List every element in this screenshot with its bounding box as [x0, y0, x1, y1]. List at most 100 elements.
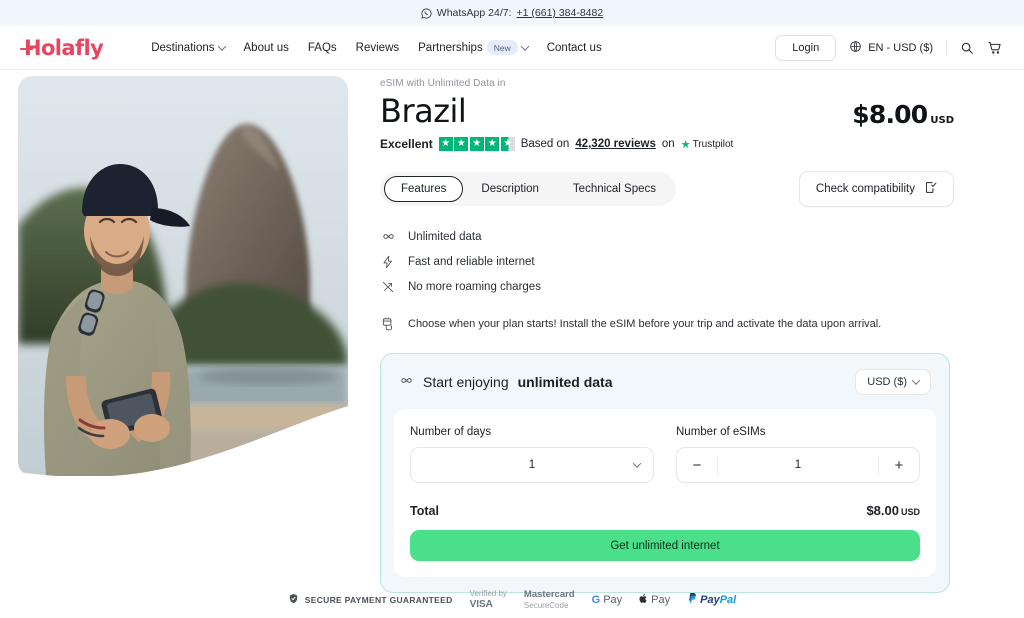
days-select[interactable]: 1 — [410, 447, 654, 484]
rating-label: Excellent — [380, 137, 433, 152]
star-icon: ★ — [438, 137, 453, 152]
holafly-logo[interactable]: Holafly — [19, 36, 104, 60]
mastercard-bottom: SecureCode — [523, 600, 569, 610]
promo-text: WhatsApp 24/7: — [436, 7, 512, 19]
tabs-row: Features Description Technical Specs Che… — [380, 171, 954, 208]
total-amount: $8.00 — [866, 503, 899, 519]
decrement-button[interactable]: − — [677, 448, 717, 482]
purchase-heading-bold: unlimited data — [517, 374, 613, 391]
nav-label: About us — [243, 41, 289, 54]
on-word: on — [661, 138, 675, 151]
feature-label: Fast and reliable internet — [408, 256, 535, 269]
trustpilot-label: Trustpilot — [692, 138, 734, 150]
google-pay-badge: G Pay — [592, 594, 623, 606]
device-check-icon — [924, 181, 937, 197]
infinity-icon — [380, 229, 396, 244]
page-title: Brazil — [380, 92, 467, 130]
search-icon[interactable] — [960, 41, 974, 55]
page-body: eSIM with Unlimited Data in Brazil $8.00… — [0, 70, 1024, 618]
promo-bar: WhatsApp 24/7: +1 (661) 384-8482 — [0, 0, 1024, 26]
nav-item-contact-us[interactable]: Contact us — [547, 42, 602, 54]
shield-check-icon — [288, 593, 299, 606]
whatsapp-icon — [421, 8, 432, 19]
title-row: Brazil $8.00 USD — [380, 92, 954, 130]
mastercard-securecode-badge: Mastercard SecureCode — [523, 588, 575, 610]
secure-payment-badge: SECURE PAYMENT GUARANTEED — [288, 593, 453, 606]
compat-label: Check compatibility — [815, 183, 915, 196]
note-text: Choose when your plan starts! Install th… — [408, 318, 882, 331]
nav-item-about-us[interactable]: About us — [244, 42, 289, 54]
total-value: $8.00 USD — [866, 503, 920, 518]
visa-verified-badge: Verified by VISA — [470, 589, 507, 610]
globe-icon — [849, 40, 862, 56]
purchase-heading: Start enjoying unlimited data — [399, 373, 613, 392]
get-unlimited-internet-button[interactable]: Get unlimited internet — [410, 530, 920, 562]
check-compatibility-button[interactable]: Check compatibility — [798, 171, 954, 208]
days-field: Number of days 1 — [410, 426, 654, 484]
promo-phone-link[interactable]: +1 (661) 384-8482 — [517, 7, 604, 19]
trustpilot-rating: Excellent ★ ★ ★ ★ ★ Based on 42,320 revi… — [380, 137, 954, 152]
feature-list: Unlimited data Fast and reliable interne… — [380, 229, 954, 294]
product-tabs: Features Description Technical Specs — [380, 172, 677, 207]
mastercard-top: Mastercard — [523, 588, 575, 600]
locale-selector[interactable]: EN - USD ($) — [849, 40, 933, 56]
feature-item: Fast and reliable internet — [380, 255, 954, 269]
price-currency: USD — [930, 115, 954, 127]
paypal-icon — [687, 592, 697, 607]
chevron-down-icon — [911, 376, 921, 386]
visa-logo: VISA — [469, 598, 493, 610]
star-half-icon: ★ — [500, 137, 515, 152]
currency-value: USD ($) — [867, 376, 907, 389]
purchase-fields: Number of days 1 Number of eSIMs − 1 + — [410, 426, 920, 484]
purchase-card-body: Number of days 1 Number of eSIMs − 1 + T… — [394, 409, 936, 578]
chevron-down-icon — [217, 41, 226, 51]
star-icon: ★ — [454, 137, 469, 152]
star-icon: ★ — [485, 137, 500, 152]
esims-field: Number of eSIMs − 1 + — [676, 426, 920, 484]
trustpilot-star-icon: ★ — [680, 138, 691, 151]
payment-footer: SECURE PAYMENT GUARANTEED Verified by VI… — [0, 589, 1024, 610]
feature-item: No more roaming charges — [380, 280, 954, 294]
nav-item-partnerships[interactable]: Partnerships New — [418, 40, 529, 55]
chevron-down-icon — [520, 41, 529, 51]
calendar-hand-icon — [380, 317, 396, 331]
esims-value: 1 — [794, 459, 802, 472]
total-label: Total — [410, 504, 439, 519]
hero-image — [18, 76, 348, 476]
currency-selector[interactable]: USD ($) — [855, 369, 931, 396]
header-actions: Login EN - USD ($) — [775, 34, 1002, 61]
apple-pay-badge: Pay — [639, 593, 670, 607]
total-row: Total $8.00 USD — [410, 503, 920, 518]
tab-description[interactable]: Description — [465, 177, 555, 201]
feature-item: Unlimited data — [380, 229, 954, 244]
tab-features[interactable]: Features — [384, 176, 464, 203]
product-price: $8.00 USD — [852, 100, 954, 129]
product-column: eSIM with Unlimited Data in Brazil $8.00… — [348, 70, 1024, 618]
nav-label: FAQs — [307, 41, 337, 54]
purchase-card-header: Start enjoying unlimited data USD ($) — [381, 354, 949, 409]
nav-label: Contact us — [546, 41, 602, 54]
cart-icon[interactable] — [987, 40, 1002, 55]
nav-item-destinations[interactable]: Destinations — [151, 41, 226, 54]
paypal-pal: Pal — [719, 593, 737, 606]
nav-label: Destinations — [151, 41, 215, 54]
total-currency: USD — [900, 507, 920, 518]
paypal-label: PayPal — [700, 594, 736, 606]
login-button[interactable]: Login — [775, 34, 837, 61]
product-eyebrow: eSIM with Unlimited Data in — [380, 78, 506, 89]
new-badge: New — [486, 40, 518, 55]
reviews-count-link[interactable]: 42,320 reviews — [575, 138, 656, 150]
purchase-card: Start enjoying unlimited data USD ($) Nu… — [380, 353, 950, 594]
feature-label: Unlimited data — [408, 230, 482, 243]
feature-label: No more roaming charges — [408, 281, 541, 294]
days-label: Number of days — [410, 426, 492, 439]
nav-item-faqs[interactable]: FAQs — [308, 42, 337, 54]
apple-pay-label: Pay — [651, 593, 671, 606]
paypal-badge: PayPal — [687, 592, 736, 607]
tab-technical-specs[interactable]: Technical Specs — [557, 177, 672, 201]
trustpilot-brand: ★ Trustpilot — [681, 138, 734, 151]
hero-illustration — [18, 76, 348, 476]
nav-item-reviews[interactable]: Reviews — [356, 42, 399, 54]
increment-button[interactable]: + — [879, 448, 919, 482]
purchase-heading-prefix: Start enjoying — [423, 374, 509, 391]
